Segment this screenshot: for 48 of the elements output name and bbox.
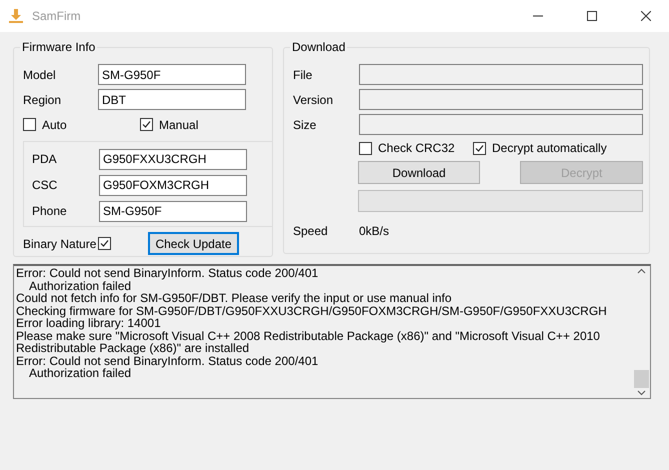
field-label: Version (293, 92, 334, 106)
input-field[interactable]: DBT (98, 89, 246, 110)
download-button[interactable]: Download (358, 161, 480, 184)
field-label: File (293, 68, 314, 82)
log-line: Checking firmware for SM-G950F/DBT/G950FXXU3CRGH/G950FOXM3CRGH/SM-G950F/G950FXXU3CRGH (16, 304, 608, 317)
checkbox-label: Check CRC32 (378, 141, 455, 155)
field-label: Size (293, 118, 318, 132)
checkbox[interactable] (23, 118, 36, 131)
checkbox-label: Binary Nature (23, 236, 98, 250)
speed-value: 0kB/s (359, 224, 390, 238)
field-label: Region (23, 92, 62, 106)
input-field[interactable] (359, 89, 643, 110)
scroll-thumb[interactable] (634, 370, 649, 388)
checkbox[interactable] (473, 142, 486, 154)
checkbox-label: Manual (159, 118, 198, 132)
field-label: Model (23, 68, 57, 82)
log-line: Error: Could not send BinaryInform. Status code 200/401 (16, 354, 320, 367)
field-label: PDA (32, 152, 58, 166)
window-title: SamFirm (32, 9, 82, 23)
checkbox[interactable] (140, 118, 153, 131)
scroll-down-icon[interactable] (637, 390, 646, 396)
log-line: Error: Could not send BinaryInform. Status code 200/401 (16, 267, 320, 280)
input-field[interactable]: SM-G950F (99, 200, 247, 222)
input-field[interactable]: SM-G950F (98, 64, 246, 85)
log-line: Authorization failed (28, 367, 132, 380)
input-field[interactable]: G950FOXM3CRGH (99, 174, 247, 196)
checkbox-label: Decrypt automatically (492, 141, 607, 155)
log-line: Could not fetch info for SM-G950F/DBT. Please verify the input or use manual info (16, 292, 453, 304)
scrollbar[interactable] (633, 266, 650, 398)
maximize-icon[interactable] (587, 11, 597, 21)
group-title: Download (290, 40, 348, 54)
checkbox[interactable] (98, 237, 111, 250)
field-label: CSC (32, 178, 58, 192)
input-field[interactable]: G950FXXU3CRGH (99, 148, 247, 170)
check-update-button[interactable]: Check Update (148, 232, 239, 255)
log-line: Please make sure "Microsoft Visual C++ 2008 Redistributable Package (x86)" and "Microsoft Visual C++ 2010 Redistributable Package (x86)" are installed (16, 330, 601, 354)
input-field[interactable] (359, 114, 643, 135)
download-icon (8, 8, 24, 24)
log-line: Error loading library: 14001 (16, 317, 162, 330)
speed-label: Speed (293, 224, 329, 238)
checkbox[interactable] (359, 142, 372, 154)
log-line: Authorization failed (28, 280, 132, 292)
field-label: Phone (32, 204, 68, 218)
checkbox-label: Auto (42, 118, 67, 132)
scroll-up-icon[interactable] (637, 268, 646, 274)
input-field[interactable] (359, 64, 643, 85)
close-icon[interactable] (641, 11, 651, 21)
group-title: Firmware Info (20, 40, 98, 54)
